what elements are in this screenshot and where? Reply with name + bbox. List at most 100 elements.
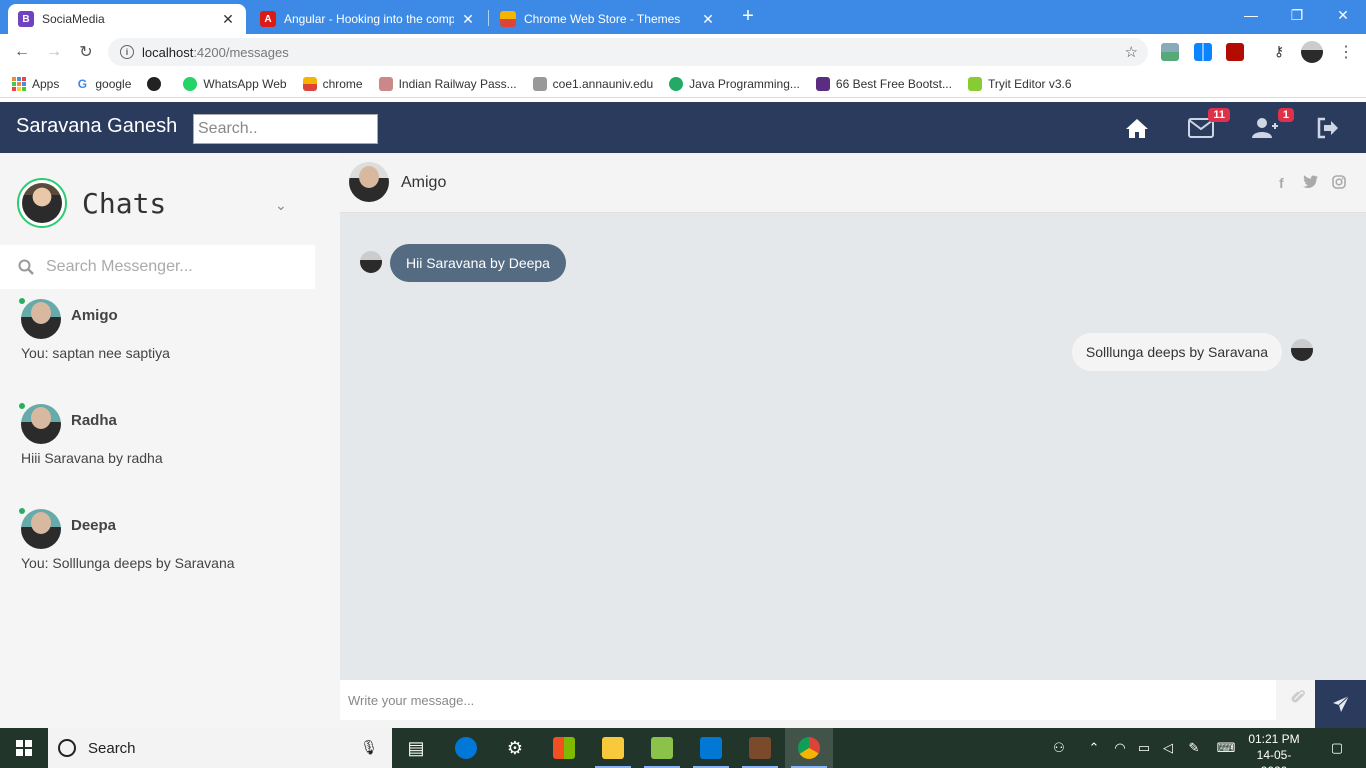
bookmark-label: 66 Best Free Bootst... [835,76,952,91]
bookmark-google[interactable]: G google [75,76,131,91]
bookmark-annauniv[interactable]: coe1.annauniv.edu [532,76,653,91]
close-tab-icon[interactable]: ✕ [460,11,476,28]
wifi-icon[interactable]: ◠ [1108,728,1132,768]
conversation-item[interactable]: Deepa You: Solllunga deeps by Saravana [0,506,330,599]
settings-gear-icon[interactable]: ⚙ [491,728,539,768]
online-indicator [17,401,27,411]
pen-icon[interactable]: ✎ [1182,728,1206,768]
messages-badge: 11 [1208,108,1230,122]
start-button[interactable] [0,728,48,768]
bookmark-label: Tryit Editor v3.6 [987,76,1072,91]
restore-icon[interactable]: ❐ [1274,0,1320,30]
file-explorer-icon[interactable] [589,728,637,768]
url-path: :4200/messages [193,44,289,60]
clock-date: 14-05-2020 [1256,748,1292,768]
paper-plane-icon [1332,695,1349,712]
close-window-icon[interactable]: ✕ [1320,0,1366,30]
contact-avatar[interactable] [349,162,389,202]
extension-windows-icon[interactable] [1194,43,1212,61]
bookmark-chrome[interactable]: chrome [302,76,363,91]
tab-chrome-web-store[interactable]: Chrome Web Store - Themes ✕ [490,4,726,34]
java-site-icon [669,76,684,91]
microphone-icon[interactable]: 🎙 [360,739,378,756]
task-view-icon[interactable]: ▤ [392,728,440,768]
extension-screenshot-icon[interactable] [1161,43,1179,61]
bookmark-indian-railway[interactable]: Indian Railway Pass... [378,76,517,91]
address-bar[interactable]: i localhost:4200/messages ☆ [108,38,1148,66]
webstore-favicon-icon [500,11,516,27]
message-composer: Write your message... [340,680,1366,728]
bookmark-java-programming[interactable]: Java Programming... [669,76,800,91]
browser-tabstrip: B SociaMedia ✕ A Angular - Hooking into … [0,0,1366,34]
minimize-icon[interactable]: — [1228,0,1274,30]
send-button[interactable] [1315,680,1366,728]
incoming-message: Hii Saravana by Deepa [390,244,566,282]
vscode-icon[interactable] [687,728,735,768]
bookmark-whatsapp[interactable]: WhatsApp Web [183,76,287,91]
navbar-search-input[interactable]: Search.. [193,114,378,144]
chrome-taskbar-icon[interactable] [785,728,833,768]
keyboard-icon[interactable]: ⌨ [1212,728,1240,768]
chrome-menu-icon[interactable]: ⋮ [1334,40,1358,64]
info-icon[interactable]: i [120,45,134,59]
friend-requests-icon[interactable]: 1 [1250,108,1294,142]
tray-chevron-up-icon[interactable]: ⌃ [1082,728,1106,768]
xampp-icon[interactable] [736,728,784,768]
battery-icon[interactable]: ▭ [1132,728,1156,768]
contact-name: Amigo [71,307,118,324]
bookmark-star-icon[interactable]: ☆ [1125,43,1138,61]
tab-title: SociaMedia [42,12,105,26]
tab-separator [488,10,489,26]
conversation-item[interactable]: Amigo You: saptan nee saptiya [0,296,330,389]
reload-icon[interactable]: ↻ [74,40,98,64]
new-tab-icon[interactable]: + [737,6,759,28]
close-tab-icon[interactable]: ✕ [220,11,236,28]
requests-badge: 1 [1277,108,1294,122]
bookmark-bootstrap-templates[interactable]: 66 Best Free Bootst... [815,76,952,91]
google-icon: G [75,76,90,91]
chats-title: Chats [82,187,167,220]
bookmark-globe[interactable] [147,76,167,91]
back-arrow-icon[interactable]: ← [10,40,34,64]
conversation-item[interactable]: Radha Hiii Saravana by radha [0,401,330,494]
messenger-search-input[interactable]: Search Messenger... [0,245,315,289]
bookmark-label: Indian Railway Pass... [398,76,517,91]
instagram-icon[interactable] [1332,175,1346,192]
forward-arrow-icon[interactable]: → [42,40,66,64]
last-message: You: saptan nee saptiya [21,345,170,361]
messages-envelope-icon[interactable]: 11 [1186,108,1230,142]
message-input[interactable]: Write your message... [340,680,1276,720]
close-tab-icon[interactable]: ✕ [700,11,716,28]
profile-avatar[interactable] [1301,41,1323,63]
bootstrap-favicon-icon: B [18,11,34,27]
home-icon[interactable] [1122,114,1152,142]
url-text: localhost:4200/messages [142,45,289,60]
edge-icon[interactable] [442,728,490,768]
facebook-icon[interactable]: f [1279,175,1284,191]
tab-socialmedia[interactable]: B SociaMedia ✕ [8,4,246,34]
taskbar-clock[interactable]: 01:21 PM 14-05-2020 [1244,731,1304,768]
sender-avatar [360,251,382,273]
contact-name: Radha [71,412,117,429]
bookmarks-bar: Apps G google WhatsApp Web chrome Indian… [0,70,1366,98]
my-avatar[interactable] [17,178,67,228]
store-icon[interactable] [540,728,588,768]
bookmark-label: Apps [32,76,60,91]
notepad-plus-icon[interactable] [638,728,686,768]
extension-pdf-icon[interactable] [1226,43,1244,61]
tab-angular[interactable]: A Angular - Hooking into the comp ✕ [250,4,486,34]
key-icon[interactable]: ⚷ [1270,43,1288,61]
globe-icon [147,76,162,91]
notifications-icon[interactable]: ▢ [1322,728,1352,768]
twitter-icon[interactable] [1303,175,1318,191]
volume-icon[interactable]: ◁ [1156,728,1180,768]
chevron-down-icon[interactable]: ⌄ [275,197,287,214]
bookmark-apps[interactable]: Apps [12,76,60,91]
brand-title[interactable]: Saravana Ganesh [16,115,177,138]
people-icon[interactable]: ⚇ [1046,728,1072,768]
taskbar-search[interactable]: Search 🎙 [48,728,392,768]
bookmark-tryit-editor[interactable]: Tryit Editor v3.6 [967,76,1072,91]
logout-icon[interactable] [1313,114,1343,142]
paperclip-icon[interactable] [1290,688,1306,711]
taskbar-search-label: Search [88,739,136,757]
